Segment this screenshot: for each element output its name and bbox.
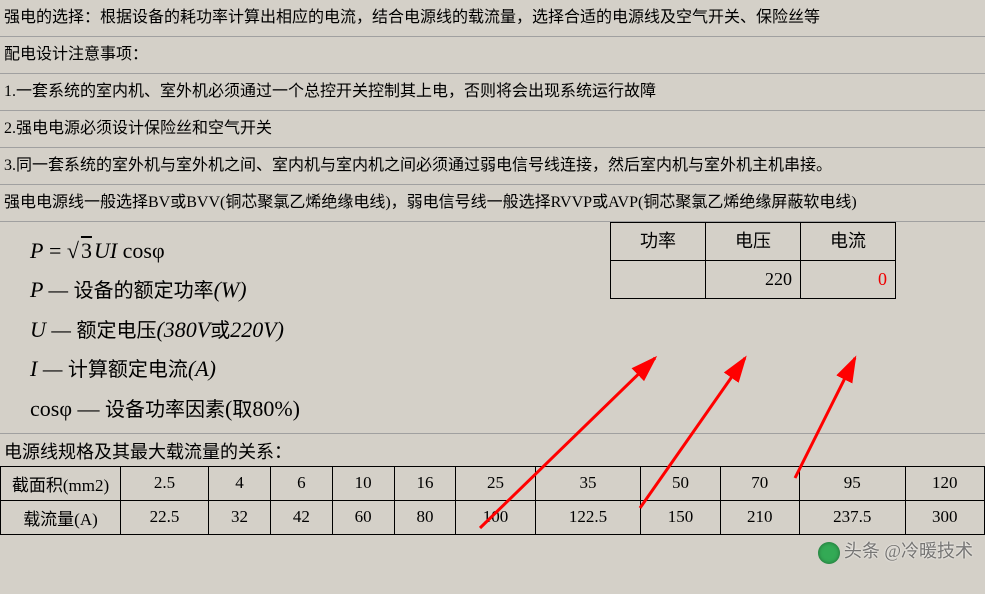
formula-def-U-sym: U — [30,317,76,342]
amp-c9: 237.5 [799,500,905,534]
mini-header-current: 电流 [801,223,896,261]
amp-c6: 122.5 [535,500,641,534]
formula-P: P [30,238,43,263]
paragraph-selection: 强电的选择：根据设备的耗功率计算出相应的电流，结合电源线的载流量，选择合适的电源… [0,0,985,37]
amp-c8: 210 [720,500,799,534]
formula-def-P-text: 设备的额定功率 [74,280,214,302]
area-c1: 4 [209,466,271,500]
formula-def-P-unit: (W) [214,277,247,302]
mini-header-power: 功率 [611,223,706,261]
big-table-caption: 电源线规格及其最大载流量的关系： [0,434,985,466]
formula-sqrt-3: 3 [79,232,94,269]
area-c9: 95 [799,466,905,500]
area-c6: 35 [535,466,641,500]
area-c2: 6 [270,466,332,500]
formula-def-U-220: 220V) [230,317,284,342]
amp-c10: 300 [905,500,984,534]
formula-def-I-text: 计算额定电流 [68,359,188,381]
formula-phi: φ [152,238,165,263]
formula-def-cos-text: 设备功率因素 [105,399,225,421]
formula-def-U-380: (380V [156,317,210,342]
formula-def-I-unit: (A) [188,356,216,381]
mini-value-voltage: 220 [706,261,801,299]
paragraph-notes-title: 配电设计注意事项： [0,37,985,74]
row-label-ampacity: 载流量(A) [1,500,121,534]
formula-block: P = √3UI cosφ P — 设备的额定功率(W) U — 额定电压(38… [0,222,985,434]
table-row-ampacity: 载流量(A) 22.5 32 42 60 80 100 122.5 150 21… [1,500,985,534]
amp-c4: 80 [394,500,456,534]
formula-def-P-sym: P — [30,277,74,302]
area-c7: 50 [641,466,720,500]
paragraph-note-3: 3.同一套系统的室外机与室外机之间、室内机与室内机之间必须通过弱电信号线连接，然… [0,148,985,185]
formula-def-I: I — 计算额定电流(A) [30,350,955,387]
row-label-area: 截面积(mm2) [1,466,121,500]
formula-def-U-or: 或 [210,320,230,342]
formula-def-cos-cos: cos [30,396,59,421]
formula-cos: cos [117,238,152,263]
area-c10: 120 [905,466,984,500]
paragraph-note-2: 2.强电电源必须设计保险丝和空气开关 [0,111,985,148]
mini-table-header-row: 功率 电压 电流 [611,223,896,261]
amp-c2: 42 [270,500,332,534]
area-c0: 2.5 [121,466,209,500]
amp-c1: 32 [209,500,271,534]
amp-c7: 150 [641,500,720,534]
area-c3: 10 [332,466,394,500]
formula-def-cos: cosφ — 设备功率因素(取80%) [30,390,955,427]
mini-value-power [611,261,706,299]
amp-c0: 22.5 [121,500,209,534]
formula-sqrt-sign: √ [67,238,79,263]
mini-table-value-row: 220 0 [611,261,896,299]
formula-def-cos-val: 80%) [252,396,300,421]
area-c4: 16 [394,466,456,500]
area-c5: 25 [456,466,535,500]
formula-def-cos-phi: φ — [59,396,105,421]
formula-def-I-sym: I — [30,356,68,381]
paragraph-wire-types: 强电电源线一般选择BV或BVV(铜芯聚氯乙烯绝缘电线)，弱电信号线一般选择RVV… [0,185,985,222]
mini-value-current: 0 [801,261,896,299]
table-row-area: 截面积(mm2) 2.5 4 6 10 16 25 35 50 70 95 12… [1,466,985,500]
area-c8: 70 [720,466,799,500]
amp-c5: 100 [456,500,535,534]
formula-def-U-text: 额定电压 [76,320,156,342]
watermark-text: 头条 @冷暖技术 [844,541,973,561]
mini-header-voltage: 电压 [706,223,801,261]
mini-calc-table: 功率 电压 电流 220 0 [610,222,896,299]
watermark: 头条 @冷暖技术 [818,537,973,564]
wire-spec-table: 截面积(mm2) 2.5 4 6 10 16 25 35 50 70 95 12… [0,466,985,535]
formula-def-U: U — 额定电压(380V或220V) [30,311,955,348]
paragraph-note-1: 1.一套系统的室内机、室外机必须通过一个总控开关控制其上电，否则将会出现系统运行… [0,74,985,111]
formula-UI: UI [94,238,117,263]
amp-c3: 60 [332,500,394,534]
watermark-logo-icon [818,542,840,564]
formula-def-cos-take: 取 [232,399,252,421]
formula-eq-sign: = [43,238,66,263]
